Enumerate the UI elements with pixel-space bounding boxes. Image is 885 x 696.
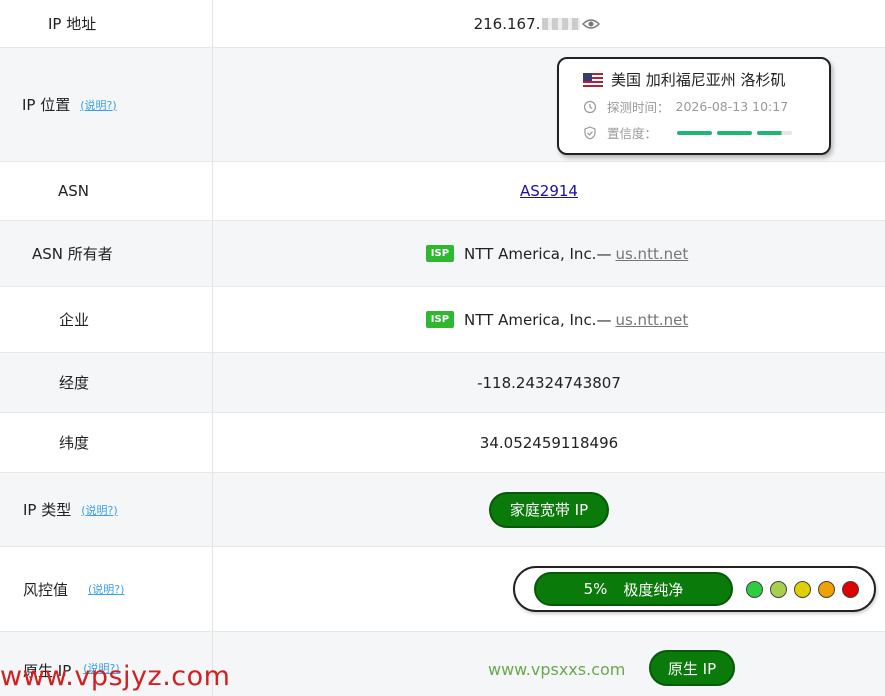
company-name: NTT America, Inc.— (464, 310, 612, 329)
eye-icon[interactable] (582, 18, 601, 30)
row-ip-type: IP 类型 (说明?) 家庭宽带 IP (0, 473, 885, 547)
location-line: 美国 加利福尼亚州 洛杉矶 (583, 69, 829, 90)
row-asn-owner: ASN 所有者 ISP NTT America, Inc.— us.ntt.ne… (0, 221, 885, 287)
ip-location-label: IP 位置 (22, 96, 71, 114)
label-cell: ASN 所有者 (0, 221, 213, 286)
value-cell: 216.167. (213, 0, 885, 47)
ip-location-help-link[interactable]: (说明?) (80, 97, 116, 113)
label-cell: IP 地址 (0, 0, 213, 47)
confidence-bar-segment (677, 130, 713, 135)
asn-label: ASN (58, 182, 90, 200)
label-cell: 纬度 (0, 413, 213, 472)
label-cell: 经度 (0, 353, 213, 412)
latitude-value: 34.052459118496 (479, 433, 619, 452)
ip-type-label: IP 类型 (23, 501, 72, 519)
asn-owner-website-link[interactable]: us.ntt.net (615, 245, 688, 263)
longitude-value: -118.24324743807 (477, 373, 621, 392)
asn-owner-label: ASN 所有者 (32, 245, 113, 263)
watermark: www.vpsjyz.com (0, 661, 231, 692)
native-ip-badge: 原生 IP (649, 650, 735, 686)
latitude-label: 纬度 (59, 434, 90, 452)
longitude-label: 经度 (59, 374, 90, 392)
asn-owner-name: NTT America, Inc.— (464, 244, 612, 263)
value-cell: AS2914 (213, 162, 885, 220)
asn-link[interactable]: AS2914 (520, 182, 578, 200)
label-cell: IP 位置 (说明?) (0, 48, 213, 161)
risk-level-dot (842, 580, 859, 598)
confidence-bar-segment (757, 130, 793, 135)
ip-address-value: 216.167. (473, 14, 541, 33)
confidence-line: 置信度： (583, 123, 829, 142)
value-cell: 家庭宽带 IP (213, 473, 885, 546)
label-cell: IP 类型 (说明?) (0, 473, 213, 546)
label-cell: 风控值 (说明?) (0, 547, 213, 631)
risk-level-dot (770, 580, 787, 598)
ip-location-card: 美国 加利福尼亚州 洛杉矶 探测时间： 2026-08-13 10:17 置信度… (557, 57, 831, 155)
value-cell: 34.052459118496 (213, 413, 885, 472)
ip-type-badge: 家庭宽带 IP (489, 491, 609, 528)
value-cell: ISP NTT America, Inc.— us.ntt.net (213, 221, 885, 286)
watermark-secondary: www.vpsxxs.com (488, 660, 626, 679)
company-label: 企业 (59, 311, 90, 329)
risk-level-dot (818, 580, 835, 598)
location-text: 美国 加利福尼亚州 洛杉矶 (611, 71, 786, 89)
risk-level-dot (746, 580, 763, 598)
probe-time-line: 探测时间： 2026-08-13 10:17 (583, 97, 829, 116)
confidence-label: 置信度： (607, 126, 658, 141)
ip-address-label: IP 地址 (48, 15, 97, 33)
probe-time-label: 探测时间： (607, 100, 670, 115)
value-cell: -118.24324743807 (213, 353, 885, 412)
masked-ip-segment (542, 17, 581, 30)
isp-tag: ISP (425, 311, 455, 328)
us-flag-icon (583, 72, 603, 87)
risk-score-widget: 5% 极度纯净 (513, 566, 876, 612)
risk-score-text: 极度纯净 (623, 580, 684, 599)
label-cell: 企业 (0, 287, 213, 352)
risk-score-help-link[interactable]: (说明?) (88, 581, 124, 597)
row-asn: ASN AS2914 (0, 162, 885, 221)
label-cell: ASN (0, 162, 213, 220)
row-longitude: 经度 -118.24324743807 (0, 353, 885, 413)
row-ip-address: IP 地址 216.167. (0, 0, 885, 48)
risk-level-dots (746, 580, 866, 598)
clock-icon (583, 100, 597, 114)
confidence-bar-segment (717, 130, 753, 135)
risk-level-dot (794, 580, 811, 598)
row-latitude: 纬度 34.052459118496 (0, 413, 885, 473)
risk-score-badge: 5% 极度纯净 (534, 572, 733, 606)
value-cell: ISP NTT America, Inc.— us.ntt.net (213, 287, 885, 352)
confidence-meter (677, 130, 797, 135)
isp-tag: ISP (425, 245, 455, 262)
shield-check-icon (583, 125, 597, 140)
company-website-link[interactable]: us.ntt.net (615, 311, 688, 329)
ip-type-help-link[interactable]: (说明?) (81, 502, 117, 518)
risk-score-label: 风控值 (23, 580, 69, 599)
probe-time-value: 2026-08-13 10:17 (675, 99, 789, 114)
row-company: 企业 ISP NTT America, Inc.— us.ntt.net (0, 287, 885, 353)
risk-score-percent: 5% (583, 580, 608, 598)
